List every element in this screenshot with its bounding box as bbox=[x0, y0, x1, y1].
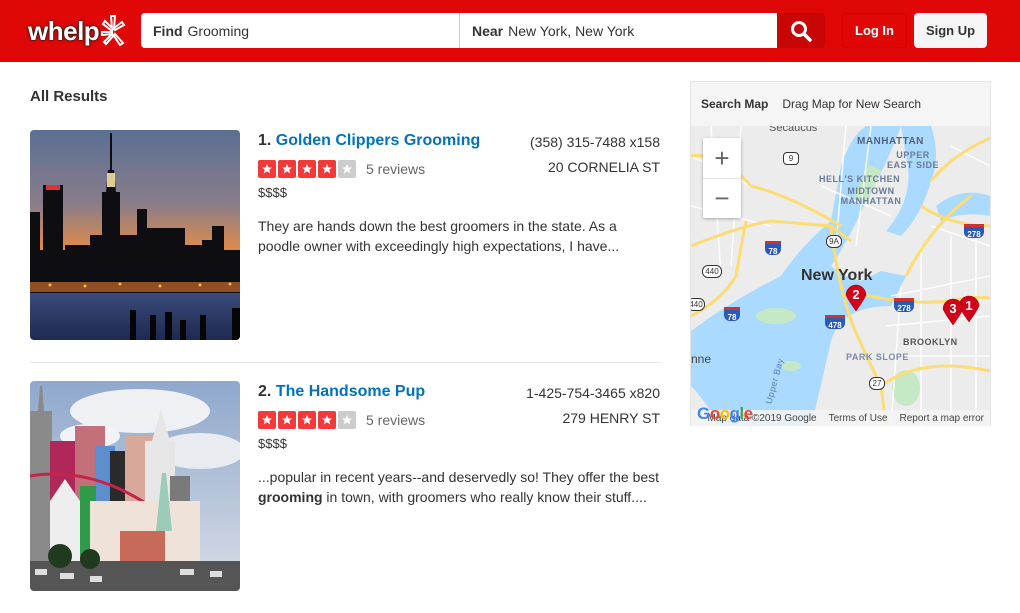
google-logo: Google bbox=[697, 404, 753, 423]
burst-logo-icon bbox=[101, 15, 126, 47]
snippet-text-end: in town, with groomers who really know t… bbox=[322, 489, 647, 505]
report-map-error-link[interactable]: Report a map error bbox=[900, 413, 984, 424]
star-icon bbox=[298, 160, 316, 178]
business-phone: 1-425-754-3465 x820 bbox=[526, 385, 660, 401]
star-icon bbox=[318, 411, 336, 429]
casino-photo-image bbox=[30, 381, 240, 591]
snippet-text: ...popular in recent years--and deserved… bbox=[258, 469, 660, 485]
star-icon bbox=[258, 160, 276, 178]
top-nav-bar: whelp Find Grooming Near New York, New Y… bbox=[0, 0, 1020, 62]
map-pin[interactable]: 2 bbox=[845, 284, 867, 312]
map-label-brooklyn: BROOKLYN bbox=[903, 337, 958, 347]
log-in-button[interactable]: Log In bbox=[842, 13, 907, 48]
business-photo[interactable] bbox=[30, 381, 240, 591]
search-bar: Find Grooming Near New York, New York bbox=[141, 13, 825, 48]
business-title: 2. The Handsome Pup bbox=[258, 383, 425, 401]
pin-label: 2 bbox=[852, 287, 859, 302]
star-icon bbox=[318, 160, 336, 178]
business-address: 20 CORNELIA ST bbox=[547, 159, 660, 175]
near-value: New York, New York bbox=[508, 22, 635, 39]
result-item: 2. The Handsome Pup 1-425-754-3465 x820 … bbox=[30, 381, 660, 593]
zoom-out-button[interactable]: − bbox=[703, 178, 741, 218]
section-title: All Results bbox=[30, 88, 108, 105]
pin-label: 1 bbox=[965, 298, 972, 313]
map-title: Search Map bbox=[701, 97, 769, 111]
map-label-park-slope: PARK SLOPE bbox=[846, 352, 909, 362]
map-label-manhattan: MANHATTAN bbox=[857, 136, 924, 147]
zoom-in-button[interactable]: + bbox=[703, 138, 741, 178]
review-snippet: ...popular in recent years--and deserved… bbox=[258, 467, 660, 507]
sign-up-button[interactable]: Sign Up bbox=[914, 13, 987, 48]
map-label-upper-east-side: UPPER EAST SIDE bbox=[887, 150, 940, 170]
result-divider bbox=[30, 362, 660, 363]
map-pin[interactable]: 3 bbox=[942, 298, 964, 326]
star-icon bbox=[278, 160, 296, 178]
map-header: Search Map Drag Map for New Search bbox=[691, 82, 990, 126]
pin-label: 3 bbox=[949, 301, 956, 316]
business-phone: (358) 315-7488 x158 bbox=[530, 134, 660, 150]
route-shield: 9A bbox=[826, 235, 842, 248]
map-label-new-york: New York bbox=[801, 267, 873, 284]
search-icon bbox=[791, 20, 812, 42]
star-icon bbox=[278, 411, 296, 429]
price-range: $$$$ bbox=[258, 185, 287, 200]
map-label-midtown: MIDTOWN MANHATTAN bbox=[840, 186, 902, 206]
whelp-logo[interactable]: whelp bbox=[28, 12, 126, 50]
search-button[interactable] bbox=[777, 13, 825, 48]
skyline-photo-image bbox=[30, 130, 240, 340]
map-label-hells-kitchen: HELL'S KITCHEN bbox=[819, 174, 901, 184]
route-shield: 440 bbox=[691, 298, 705, 311]
star-rating bbox=[258, 411, 356, 429]
terms-of-use-link[interactable]: Terms of Use bbox=[829, 413, 888, 424]
business-title: 1. Golden Clippers Grooming bbox=[258, 132, 480, 150]
result-item: 1. Golden Clippers Grooming (358) 315-74… bbox=[30, 130, 660, 342]
interstate-shield: 278 bbox=[964, 224, 984, 239]
business-name-link[interactable]: The Handsome Pup bbox=[276, 383, 425, 400]
star-rating bbox=[258, 160, 356, 178]
route-shield: 27 bbox=[869, 377, 885, 390]
star-icon bbox=[298, 411, 316, 429]
snippet-highlight: grooming bbox=[258, 489, 323, 505]
map-subtitle: Drag Map for New Search bbox=[782, 97, 922, 111]
route-shield: 440 bbox=[702, 265, 722, 278]
find-value: Grooming bbox=[187, 22, 250, 39]
interstate-shield: 478 bbox=[825, 315, 845, 330]
interstate-shield: 78 bbox=[765, 241, 781, 256]
map-label-bayonne: nne bbox=[691, 352, 712, 366]
snippet-text: They are hands down the best groomers in… bbox=[258, 218, 620, 254]
result-rank: 1. bbox=[258, 132, 272, 149]
interstate-shield: 78 bbox=[724, 307, 740, 322]
star-empty-icon bbox=[338, 411, 356, 429]
result-rank: 2. bbox=[258, 383, 272, 400]
near-input[interactable]: Near New York, New York bbox=[459, 13, 777, 48]
map-label-secaucus: Secaucus bbox=[769, 126, 818, 134]
map-panel: Search Map Drag Map for New Search Secau… bbox=[690, 81, 991, 426]
interstate-shield: 278 bbox=[894, 298, 914, 313]
review-count[interactable]: 5 reviews bbox=[366, 412, 425, 428]
business-name-link[interactable]: Golden Clippers Grooming bbox=[276, 132, 480, 149]
near-label: Near bbox=[472, 22, 504, 39]
review-snippet: They are hands down the best groomers in… bbox=[258, 216, 660, 256]
map-canvas[interactable]: Secaucus MANHATTAN UPPER EAST SIDE HELL'… bbox=[691, 126, 990, 426]
review-count[interactable]: 5 reviews bbox=[366, 161, 425, 177]
star-icon bbox=[258, 411, 276, 429]
star-empty-icon bbox=[338, 160, 356, 178]
logo-text: whelp bbox=[28, 15, 100, 46]
find-input[interactable]: Find Grooming bbox=[141, 13, 459, 48]
business-address: 279 HENRY ST bbox=[562, 410, 660, 426]
business-photo[interactable] bbox=[30, 130, 240, 340]
price-range: $$$$ bbox=[258, 436, 287, 451]
route-shield: 9 bbox=[783, 152, 799, 165]
map-zoom-control: + − bbox=[703, 138, 741, 218]
find-label: Find bbox=[153, 22, 183, 39]
